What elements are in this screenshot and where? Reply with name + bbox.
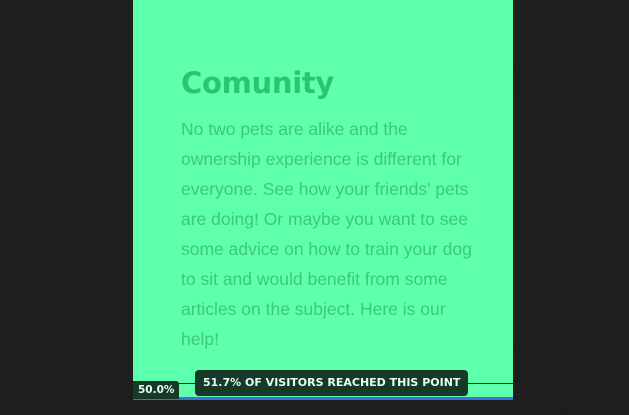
community-card: Comunity No two pets are alike and the o…: [133, 0, 513, 400]
visitors-reached-tooltip: 51.7% OF VISITORS REACHED THIS POINT: [195, 370, 469, 396]
scroll-percent-badge: 50.0%: [133, 381, 180, 399]
section-body: No two pets are alike and the ownership …: [181, 119, 472, 349]
bottom-accent-strip: [133, 397, 513, 400]
section-title: Comunity: [181, 66, 335, 100]
